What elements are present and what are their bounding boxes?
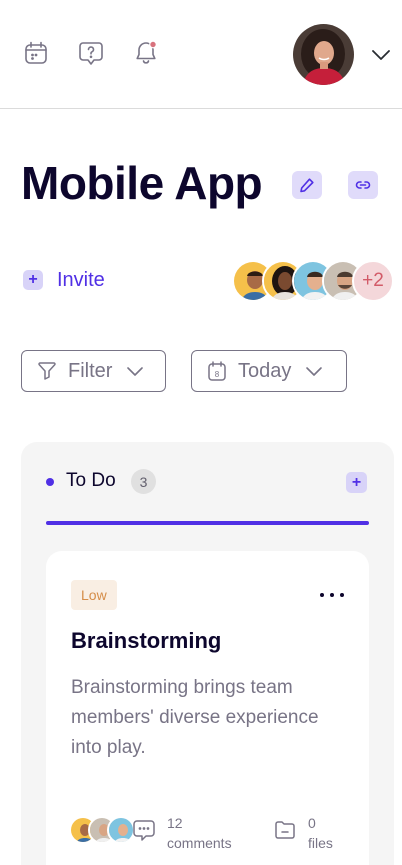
- more-options-icon[interactable]: [320, 589, 344, 601]
- invite-button[interactable]: + Invite: [23, 266, 105, 294]
- task-description: Brainstorming brings team members' diver…: [71, 677, 319, 758]
- files-count[interactable]: 0 files: [308, 813, 333, 853]
- calendar-icon[interactable]: [22, 38, 50, 68]
- edit-project-button[interactable]: [292, 171, 322, 199]
- top-bar: [0, 0, 402, 109]
- assignee-avatar[interactable]: [107, 816, 135, 844]
- account-menu-chevron-down-icon[interactable]: [370, 46, 392, 64]
- task-footer: 12 comments 0 files: [69, 813, 361, 853]
- filter-button[interactable]: Filter: [21, 350, 166, 392]
- todo-column: To Do 3 + Low Brainstorming Brainstormin…: [21, 442, 394, 865]
- help-icon[interactable]: [77, 38, 105, 68]
- folder-icon: [275, 821, 295, 839]
- filter-icon: [38, 362, 56, 380]
- status-dot: [46, 478, 54, 486]
- comment-icon: [133, 820, 155, 841]
- copy-link-button[interactable]: [348, 171, 378, 199]
- column-divider: [46, 521, 369, 525]
- chevron-down-icon: [306, 367, 323, 376]
- pencil-icon: [300, 178, 314, 193]
- user-avatar[interactable]: [293, 24, 354, 85]
- filter-label: Filter: [68, 359, 113, 382]
- svg-text:8: 8: [215, 370, 220, 379]
- more-members-badge[interactable]: +2: [352, 260, 394, 302]
- comments-count[interactable]: 12 comments: [167, 813, 232, 853]
- plus-icon: +: [23, 270, 43, 290]
- column-count-badge: 3: [131, 469, 156, 494]
- date-filter-button[interactable]: 8 Today: [191, 350, 347, 392]
- calendar-icon: 8: [208, 361, 226, 381]
- date-filter-label: Today: [238, 359, 292, 382]
- priority-badge: Low: [71, 580, 117, 610]
- chevron-down-icon: [127, 367, 144, 376]
- invite-label: Invite: [57, 268, 105, 291]
- column-title: To Do: [66, 470, 116, 491]
- task-card[interactable]: Low Brainstorming Brainstorming brings t…: [46, 551, 369, 865]
- task-title: Brainstorming: [71, 628, 222, 653]
- page-title: Mobile App: [21, 157, 263, 209]
- link-icon: [355, 181, 371, 189]
- add-task-button[interactable]: +: [346, 472, 367, 493]
- notification-bell-icon[interactable]: [132, 38, 160, 68]
